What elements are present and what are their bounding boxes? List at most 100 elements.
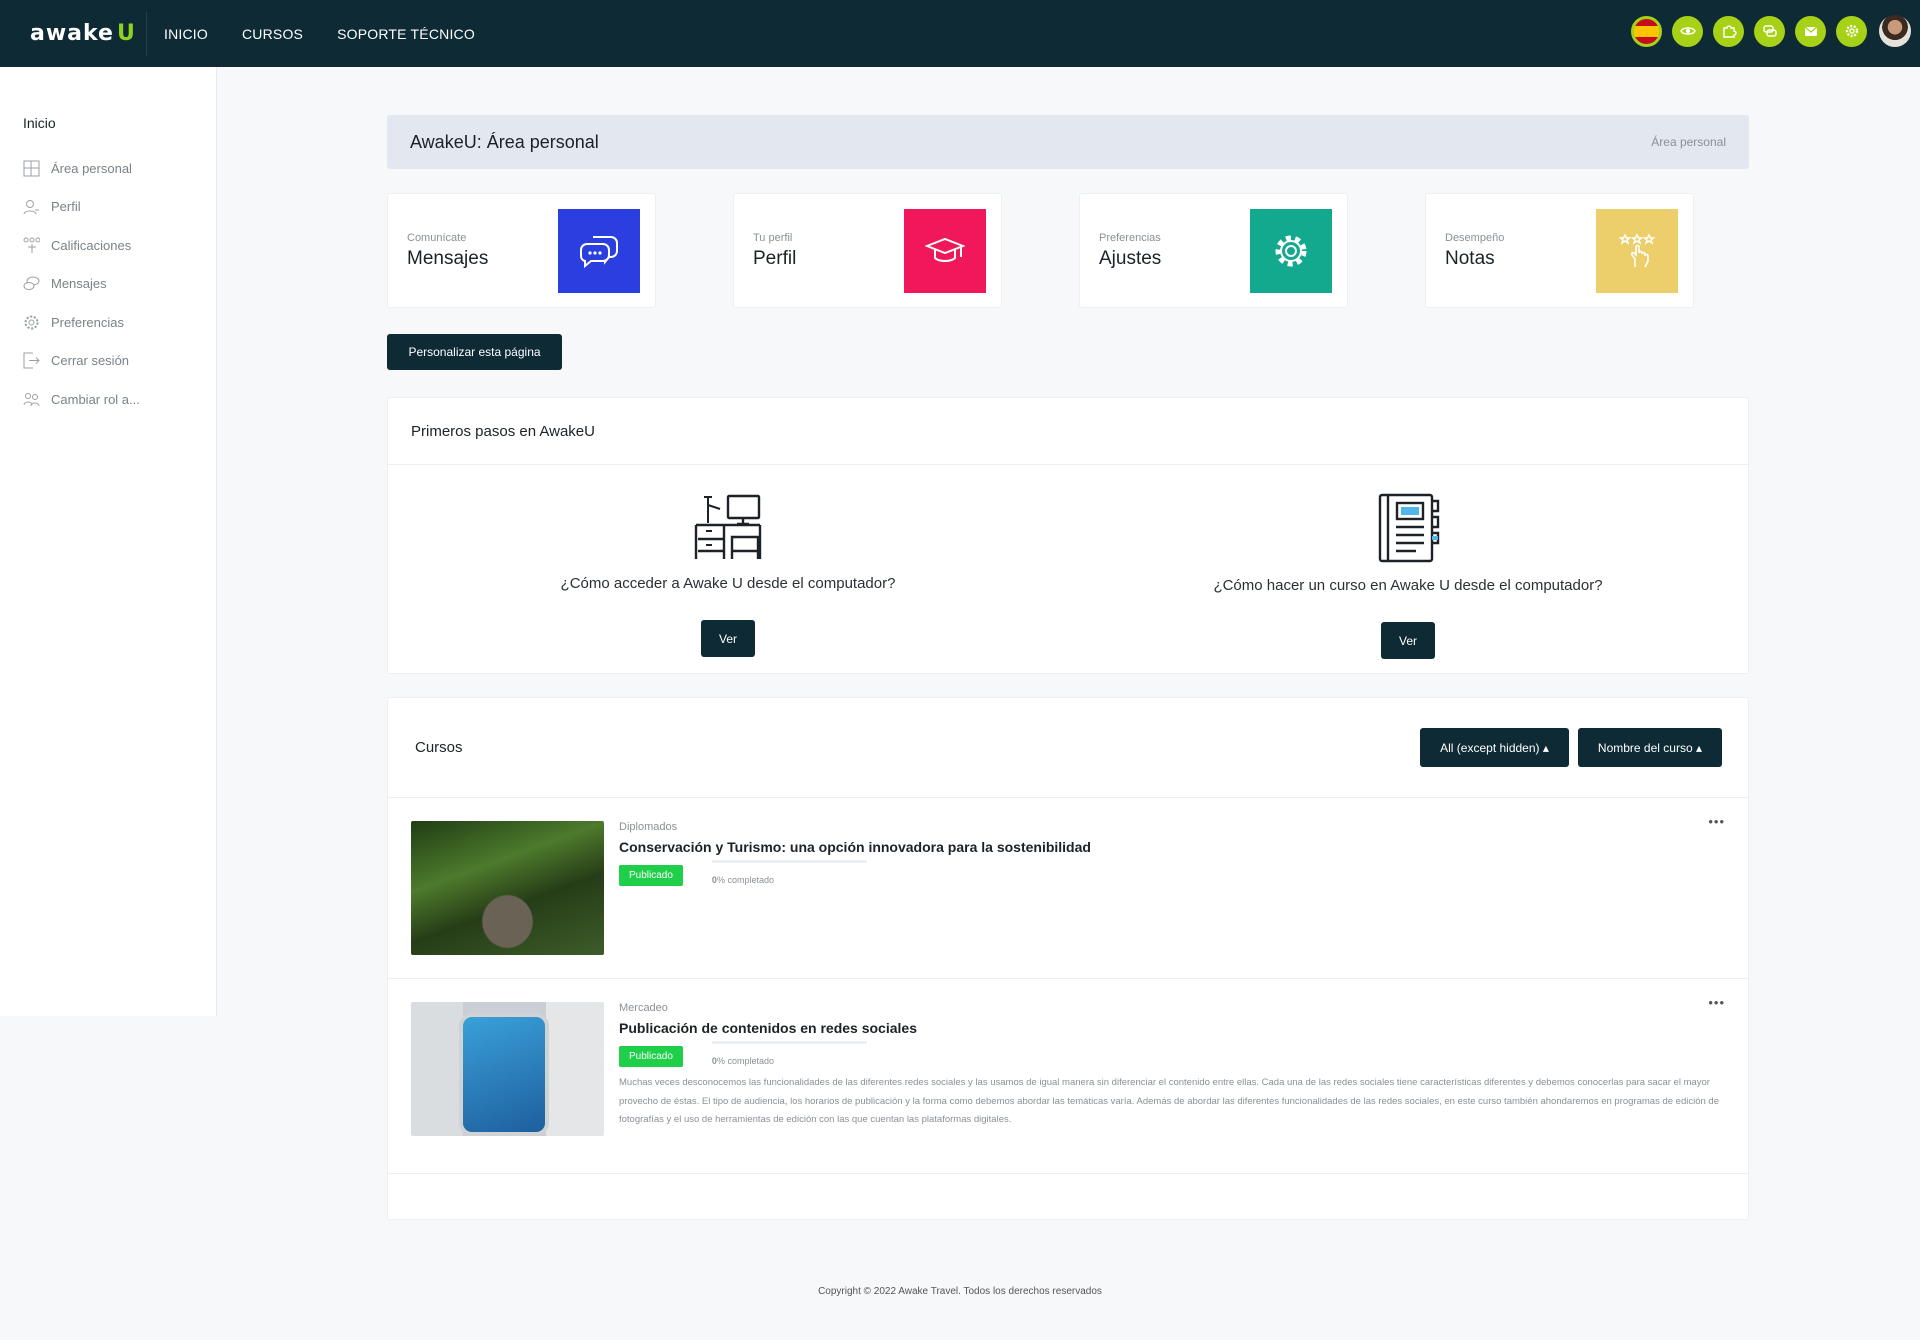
breadcrumb[interactable]: Área personal [1651,135,1726,149]
card-perfil[interactable]: Tu perfil Perfil [733,193,1002,308]
sidebar-item-label: Cambiar rol a... [51,391,140,407]
sidebar-item-calificaciones[interactable]: Calificaciones [0,226,216,265]
course-menu-icon[interactable]: ••• [1708,995,1725,1010]
primeros-pasos-panel: Primeros pasos en AwakeU ¿Cómo acceder a… [387,397,1749,674]
sort-dropdown[interactable]: Nombre del curso ▴ [1577,728,1722,767]
course-description: Muchas veces desconocemos las funcionali… [619,1077,1719,1125]
mail-icon[interactable] [1795,15,1826,47]
progress-text: 0% completado [712,1056,867,1066]
grades-icon [22,236,40,254]
steps-list: ¿Cómo acceder a Awake U desde el computa… [388,465,1748,675]
notebook-icon [1374,493,1442,568]
course-thumbnail[interactable] [411,821,604,955]
quick-cards: Comunícate Mensajes Tu perfil Perfil Prefe… [387,193,1749,308]
chat-bubbles-icon [558,208,640,293]
sidebar: Inicio Área personal Perfil Calificacion… [0,67,217,1016]
page-header: AwakeU: Área personal Área personal [387,115,1749,169]
card-title: Notas [1445,247,1495,269]
card-title: Ajustes [1099,247,1162,269]
caret-up-icon: ▴ [1695,740,1702,755]
sidebar-item-perfil[interactable]: Perfil [0,188,216,227]
cursos-header: Cursos All (except hidden) ▴ Nombre del … [388,698,1748,798]
users-icon [22,390,40,408]
eye-icon[interactable] [1672,15,1703,47]
course-item: Mercadeo Publicación de contenidos en re… [388,979,1748,1174]
footer-copyright: Copyright © 2022 Awake Travel. Todos los… [818,1286,1102,1297]
course-status-row: Publicado 0% completado [619,859,1725,886]
progress-bar [711,1040,867,1044]
card-text: Preferencias Ajustes [1099,232,1161,270]
cursos-panel: Cursos All (except hidden) ▴ Nombre del … [387,697,1749,1220]
card-ajustes[interactable]: Preferencias Ajustes [1079,193,1348,308]
step-question: ¿Cómo acceder a Awake U desde el computa… [560,575,896,592]
ver-button[interactable]: Ver [1381,622,1435,659]
course-name[interactable]: Publicación de contenidos en redes socia… [619,1020,1725,1036]
sidebar-title[interactable]: Inicio [0,115,216,131]
progress: 0% completado [711,859,867,885]
nav-inicio[interactable]: INICIO [164,26,208,42]
chat-icon[interactable] [1754,15,1785,47]
dashboard-icon [22,159,40,177]
sidebar-item-label: Calificaciones [51,237,132,253]
user-avatar[interactable] [1877,13,1913,49]
card-subtitle: Comunícate [407,231,467,244]
card-mensajes[interactable]: Comunícate Mensajes [387,193,656,308]
card-title: Mensajes [407,247,489,269]
sidebar-item-label: Preferencias [51,314,124,330]
course-status-row: Publicado 0% completado [619,1040,1725,1067]
gear-icon [1250,208,1332,293]
customize-page-button[interactable]: Personalizar esta página [387,334,562,370]
course-thumbnail[interactable] [411,1002,604,1136]
ver-button[interactable]: Ver [701,620,755,657]
nav-cursos[interactable]: CURSOS [242,26,303,42]
progress-label: % completado [716,874,774,885]
progress-text: 0% completado [712,875,867,885]
sidebar-item-preferencias[interactable]: Preferencias [0,303,216,342]
step-question: ¿Cómo hacer un curso en Awake U desde el… [1213,577,1603,594]
progress: 0% completado [711,1040,867,1066]
step-item: ¿Cómo hacer un curso en Awake U desde el… [1068,465,1748,675]
gear-icon [22,313,40,331]
logo-accent: U [116,21,136,46]
sidebar-item-label: Perfil [51,199,81,215]
sidebar-item-area-personal[interactable]: Área personal [0,149,216,188]
panel-title: Primeros pasos en AwakeU [388,398,1748,465]
sidebar-item-cerrar-sesion[interactable]: Cerrar sesión [0,342,216,381]
progress-bar [711,859,867,863]
nav-soporte-tecnico[interactable]: SOPORTE TÉCNICO [337,26,475,42]
cursos-filters: All (except hidden) ▴ Nombre del curso ▴ [1420,728,1722,767]
sidebar-item-cambiar-rol[interactable]: Cambiar rol a... [0,380,216,419]
filter-dropdown[interactable]: All (except hidden) ▴ [1420,728,1569,767]
status-badge: Publicado [619,865,683,886]
course-menu-icon[interactable]: ••• [1708,814,1725,829]
course-category: Diplomados [619,821,678,833]
top-navbar: awake U INICIO CURSOS SOPORTE TÉCNICO [0,0,1920,67]
main-content: AwakeU: Área personal Área personal Comu… [387,115,1749,1220]
card-text: Desempeño Notas [1445,232,1504,270]
navbar-actions [1631,13,1913,49]
sidebar-item-label: Mensajes [51,276,107,292]
sort-label: Nombre del curso [1597,740,1693,755]
gear-icon[interactable] [1836,15,1867,47]
filter-label: All (except hidden) [1440,740,1540,755]
graduation-cap-icon [904,208,986,293]
course-info: Diplomados Conservación y Turismo: una o… [619,821,1725,978]
course-info: Mercadeo Publicación de contenidos en re… [619,1002,1725,1173]
spain-flag-icon[interactable] [1631,15,1662,47]
logo-text: awake [30,21,114,46]
logout-icon [22,352,40,370]
puzzle-icon[interactable] [1713,15,1744,47]
main-nav: INICIO CURSOS SOPORTE TÉCNICO [147,26,475,42]
awakeu-logo[interactable]: awake U [0,0,146,67]
stars-hand-icon [1596,208,1678,293]
sidebar-item-mensajes[interactable]: Mensajes [0,265,216,304]
step-item: ¿Cómo acceder a Awake U desde el computa… [388,465,1068,675]
course-item: Diplomados Conservación y Turismo: una o… [388,798,1748,979]
sidebar-item-label: Área personal [51,160,132,176]
card-notas[interactable]: Desempeño Notas [1425,193,1694,308]
progress-label: % completado [716,1055,774,1066]
card-title: Perfil [753,247,797,269]
messages-icon [22,275,40,293]
course-name[interactable]: Conservación y Turismo: una opción innov… [619,839,1725,855]
caret-up-icon: ▴ [1542,740,1549,755]
